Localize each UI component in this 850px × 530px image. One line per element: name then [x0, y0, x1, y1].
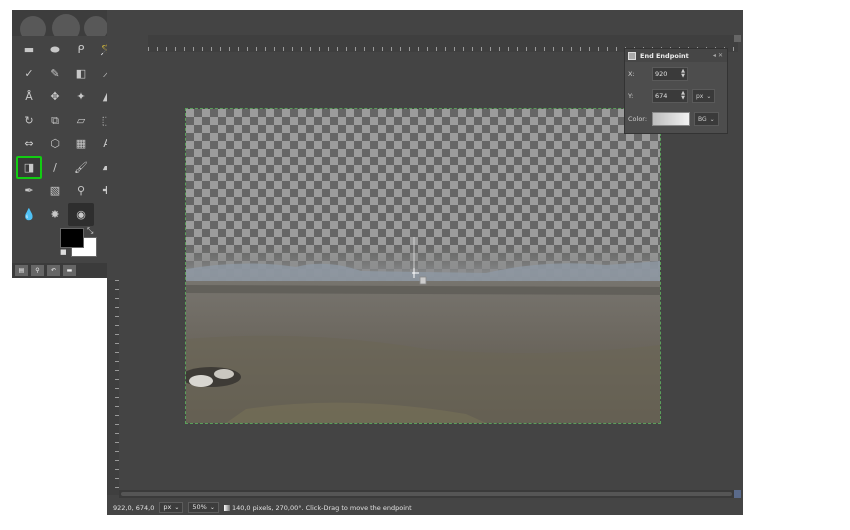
x-row: X: 920 ▲ ▼	[628, 67, 688, 81]
endpoint-color-swatch[interactable]	[652, 112, 690, 126]
zoom-corner-icon[interactable]	[734, 490, 741, 498]
dialog-menu-icon[interactable]: ◂ ✕	[713, 52, 723, 59]
color-type-select[interactable]: BG ⌄	[694, 112, 719, 126]
horizontal-scrollbar[interactable]	[119, 490, 734, 498]
align-icon[interactable]: ✦	[68, 85, 94, 109]
image-canvas[interactable]	[185, 108, 661, 424]
gradient-tool-icon	[223, 504, 230, 511]
rect-select-icon[interactable]: ▬	[16, 38, 42, 62]
status-message: 140,0 pixels, 270,00°. Click-Drag to mov…	[223, 503, 412, 512]
y-value: 674	[655, 92, 668, 100]
undo-history-tab-icon[interactable]: ↶	[47, 265, 60, 276]
gradient-dialog-icon	[628, 51, 636, 60]
x-label: X:	[628, 70, 635, 78]
images-tab-icon[interactable]: ▬	[63, 265, 76, 276]
clone-icon[interactable]: ⚲	[68, 179, 94, 203]
pencil-icon[interactable]: /	[42, 156, 68, 180]
color-area[interactable]: ⤡ ■	[60, 226, 100, 260]
color-label: Color:	[628, 115, 648, 123]
device-status-tab-icon[interactable]: ⚲	[31, 265, 44, 276]
status-bar: 922,0, 674,0 px ⌄ 50% ⌄ 140,0 pixels, 27…	[107, 500, 743, 515]
scale-icon[interactable]: ⧉	[42, 109, 68, 133]
dialog-unit-select[interactable]: px ⌄	[692, 89, 716, 103]
x-value: 920	[655, 70, 668, 78]
chevron-down-icon: ⌄	[706, 92, 712, 100]
mypaint-brush-icon[interactable]: ▧	[42, 179, 68, 203]
cage-transform-icon[interactable]: ⬡	[42, 132, 68, 156]
ink-icon[interactable]: ✒	[16, 179, 42, 203]
flip-icon[interactable]: ⇔	[16, 132, 42, 156]
swap-colors-icon[interactable]: ⤡	[87, 226, 93, 236]
gradient-endpoint-handle[interactable]	[412, 233, 442, 293]
color-type-value: BG	[698, 115, 707, 123]
paintbrush-icon[interactable]: 🖌	[68, 156, 94, 180]
color-picker-icon[interactable]: ✎	[42, 62, 68, 86]
handle-transform-icon[interactable]: ▦	[68, 132, 94, 156]
gradient-icon[interactable]: ◨	[16, 155, 42, 179]
tool-options-tab-icon[interactable]: ▤	[15, 265, 28, 276]
dialog-header: End Endpoint ◂ ✕	[625, 49, 727, 62]
dodge-burn-icon[interactable]: ◉	[68, 202, 94, 226]
navigate-icon[interactable]	[734, 35, 741, 42]
unit-select-value: px	[163, 503, 172, 511]
y-label: Y:	[628, 92, 634, 100]
scissors-select-icon[interactable]: Å	[16, 85, 42, 109]
zoom-select[interactable]: 50% ⌄	[188, 502, 219, 513]
status-message-text: 140,0 pixels, 270,00°. Click-Drag to mov…	[231, 503, 412, 512]
color-row: Color: BG ⌄	[628, 112, 719, 126]
chevron-down-icon: ⌄	[209, 504, 215, 511]
chevron-down-icon: ⌄	[709, 115, 715, 123]
zoom-select-value: 50%	[192, 503, 207, 511]
unit-select[interactable]: px ⌄	[159, 502, 184, 513]
y-row: Y: 674 ▲ ▼ px ⌄	[628, 89, 716, 103]
foreground-color-swatch[interactable]	[60, 228, 84, 248]
smudge-icon[interactable]: 💧	[16, 203, 42, 227]
end-endpoint-dialog: End Endpoint ◂ ✕ X: 920 ▲ ▼ Y: 674 ▲ ▼ px …	[624, 48, 728, 134]
pointer-coordinates: 922,0, 674,0	[113, 503, 155, 512]
paths-icon[interactable]: ✓	[16, 62, 42, 86]
blur-icon[interactable]: ✸	[42, 203, 68, 227]
move-icon[interactable]: ✥	[42, 85, 68, 109]
spin-arrows-icon[interactable]: ▲ ▼	[681, 91, 685, 101]
foreground-select-icon[interactable]: ◧	[68, 62, 94, 86]
shear-icon[interactable]: ▱	[68, 109, 94, 133]
free-select-icon[interactable]: ᑭ	[68, 38, 94, 62]
y-spinbutton[interactable]: 674 ▲ ▼	[652, 89, 688, 103]
default-colors-icon[interactable]: ■	[60, 248, 67, 256]
x-spinbutton[interactable]: 920 ▲ ▼	[652, 67, 688, 81]
dialog-title: End Endpoint	[640, 51, 689, 60]
chevron-down-icon: ⌄	[174, 504, 180, 511]
ellipse-select-icon[interactable]: ⬬	[42, 38, 68, 62]
dialog-unit-value: px	[696, 92, 704, 100]
vertical-ruler[interactable]	[107, 280, 119, 495]
rotate-icon[interactable]: ↻	[16, 109, 42, 133]
spin-arrows-icon[interactable]: ▲ ▼	[681, 69, 685, 79]
